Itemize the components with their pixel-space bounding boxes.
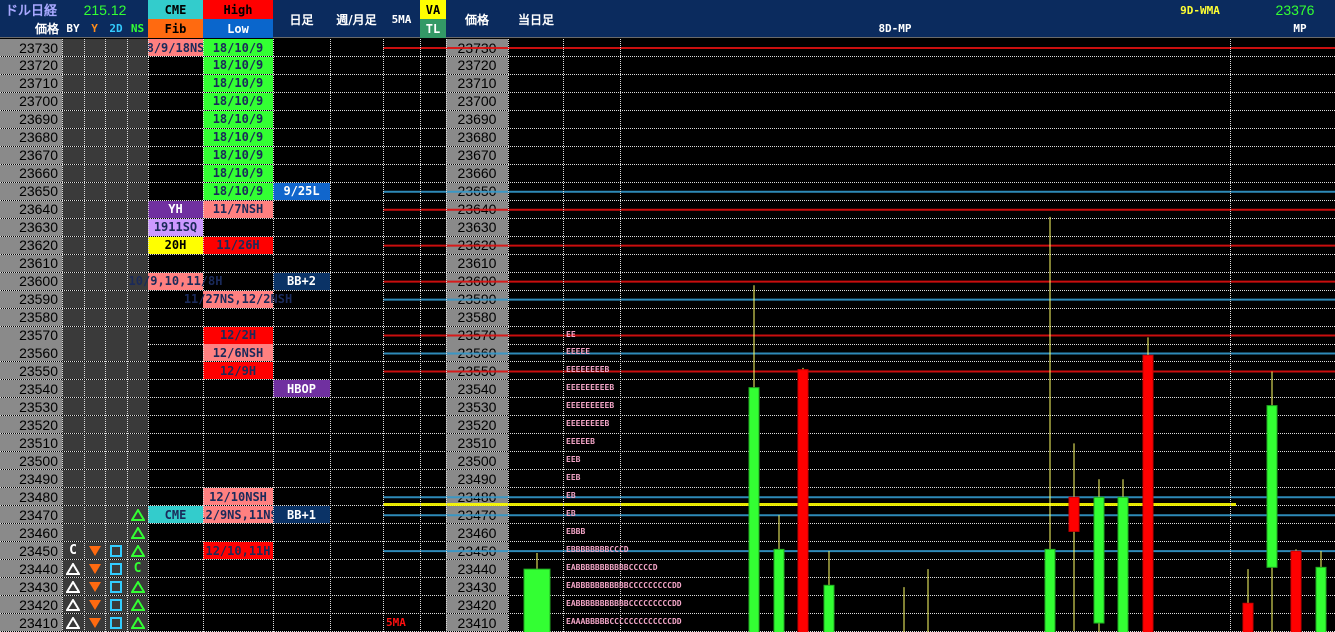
tpo-letters: EABBBBBBBBBBBCCCCCD [566,563,658,573]
chart-overlay [383,47,1335,632]
tpo-letters: EEEEEEEEEB [566,401,615,411]
bullish-candle [823,584,835,632]
tpo-letters: EEB [566,455,581,465]
column-divider [330,39,331,632]
tpo-letters: EEEEEEEEB [566,419,610,429]
tpo-letters: EE [566,329,576,339]
tpo-letters: EABBBBBBBBBBBCCCCCCCCCDD [566,599,682,609]
column-divider [446,39,447,632]
column-divider [203,39,204,632]
tpo-letters: EEEEEB [566,437,595,447]
tpo-letters: EB [566,509,576,519]
tpo-letters: EBBBBBBBBCCCD [566,545,629,555]
column-divider [148,39,149,632]
tpo-letters: EB [566,491,576,501]
bearish-candle [1068,496,1080,532]
bearish-candle [1142,354,1154,632]
bullish-candle [1044,548,1056,632]
column-divider [84,39,85,632]
column-divider [563,39,564,632]
column-divider [508,39,509,632]
tpo-letters: EEEEEEEEB [566,365,610,375]
column-divider [62,39,63,632]
column-divider [127,39,128,632]
column-divider [105,39,106,632]
tpo-letters: EAAABBBBBCCCCCCCCCCCCCDD [566,617,682,627]
column-divider [620,39,621,632]
bullish-candle [1093,496,1105,624]
tpo-letters: EEEEEEEEEB [566,383,615,393]
column-divider [1230,39,1231,632]
tpo-letters: EABBBBBBBBBBBCCCCCCCCCDD [566,581,682,591]
bearish-candle [797,369,809,632]
bullish-candle [1266,405,1278,568]
bullish-candle [748,387,760,632]
hl-level-cell[interactable]: 11/27NS,12/2NSH [184,290,292,308]
bullish-candle [523,568,551,632]
column-divider [383,39,384,632]
column-divider [420,39,421,632]
bullish-candle [1117,496,1129,632]
bullish-candle [1315,566,1327,632]
column-divider [273,39,274,632]
cme-level-cell[interactable]: 10/9,10,11/8H [129,272,222,290]
tpo-letters: EBBB [566,527,586,537]
cme-level-label: 10/9,10,11/8H [128,274,223,289]
bullish-candle [773,548,785,632]
bearish-candle [1290,550,1302,632]
tpo-letters: EEB [566,473,581,483]
hl-level-label: 11/27NS,12/2NSH [183,292,293,307]
bearish-candle [1242,602,1254,632]
tpo-letters: EEEEE [566,347,591,357]
